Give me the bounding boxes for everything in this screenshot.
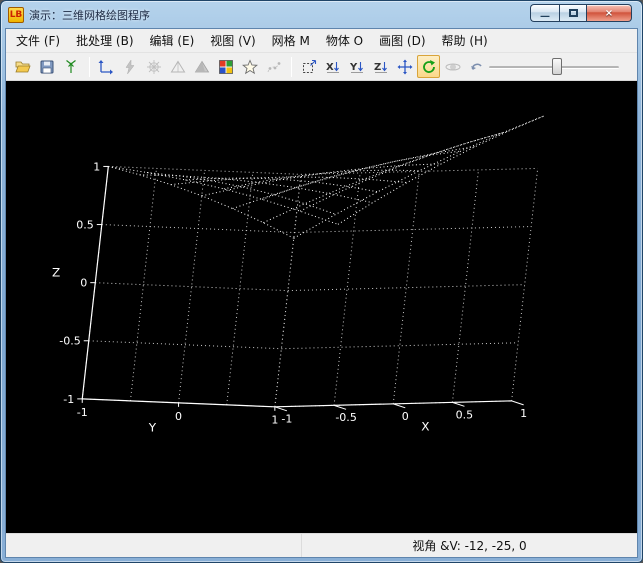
menu-item-mesh[interactable]: 网格 M bbox=[264, 29, 318, 52]
axes-move-icon[interactable] bbox=[95, 55, 118, 78]
plot-tick-label: Z bbox=[52, 266, 60, 280]
antenna-icon[interactable] bbox=[60, 55, 83, 78]
web-grid-icon[interactable] bbox=[143, 55, 166, 78]
menu-item-object[interactable]: 物体 O bbox=[318, 29, 371, 52]
menu-item-file[interactable]: 文件 (F) bbox=[8, 29, 68, 52]
open-folder-icon[interactable] bbox=[12, 55, 35, 78]
app-window: LB 演示：三维网格绘图程序 — × 文件 (F)批处理 (B)编辑 (E)视图… bbox=[0, 0, 643, 563]
plot-tick-label: 0 bbox=[402, 410, 409, 423]
window-controls: — × bbox=[530, 4, 632, 22]
svg-text:X: X bbox=[326, 62, 334, 73]
y-axis-down-icon[interactable]: Y bbox=[345, 55, 368, 78]
select-region-icon[interactable] bbox=[297, 55, 320, 78]
minimize-button[interactable]: — bbox=[530, 4, 559, 22]
toolbar: X Y Z bbox=[6, 53, 637, 81]
client-area: 文件 (F)批处理 (B)编辑 (E)视图 (V)网格 M物体 O画图 (D)帮… bbox=[5, 28, 638, 558]
rotate-3d-icon[interactable] bbox=[417, 55, 440, 78]
plot-tick-label: 0 bbox=[175, 410, 182, 423]
plot-tick-label: -0.5 bbox=[335, 411, 357, 424]
plot-tick-label: 0 bbox=[80, 277, 87, 290]
toolbar-separator bbox=[89, 57, 90, 77]
pyramid-outline-icon[interactable] bbox=[167, 55, 190, 78]
plot-tick-label: -1 bbox=[63, 393, 74, 406]
lightning-icon[interactable] bbox=[119, 55, 142, 78]
menu-item-draw[interactable]: 画图 (D) bbox=[371, 29, 433, 52]
close-button[interactable]: × bbox=[587, 4, 632, 22]
menubar: 文件 (F)批处理 (B)编辑 (E)视图 (V)网格 M物体 O画图 (D)帮… bbox=[6, 29, 637, 53]
plot-area[interactable]: 10.50-0.5-1-101-1-0.500.51ZYX bbox=[6, 81, 637, 533]
plot-tick-label: 0.5 bbox=[456, 408, 474, 421]
plot-tick-label: -1 bbox=[77, 406, 88, 419]
plot-tick-label: X bbox=[421, 420, 429, 434]
app-icon: LB bbox=[8, 7, 24, 23]
plot-tick-label: 1 bbox=[520, 407, 527, 420]
maximize-button[interactable] bbox=[559, 4, 587, 22]
view-slider-thumb[interactable] bbox=[552, 58, 562, 75]
maximize-icon bbox=[569, 9, 578, 17]
surface-mesh bbox=[108, 116, 543, 238]
plot-tick-label: Y bbox=[148, 421, 157, 435]
titlebar[interactable]: LB 演示：三维网格绘图程序 — × bbox=[5, 1, 638, 28]
menu-item-batch[interactable]: 批处理 (B) bbox=[68, 29, 141, 52]
menu-item-help[interactable]: 帮助 (H) bbox=[434, 29, 496, 52]
window-title: 演示：三维网格绘图程序 bbox=[29, 7, 150, 23]
plot-tick-label: 0.5 bbox=[76, 219, 94, 232]
menu-item-edit[interactable]: 编辑 (E) bbox=[142, 29, 203, 52]
plot-tick-label: 1 bbox=[93, 160, 100, 173]
z-axis-down-icon[interactable]: Z bbox=[369, 55, 392, 78]
pan-arrows-icon[interactable] bbox=[393, 55, 416, 78]
plot-tick-label: -0.5 bbox=[59, 335, 81, 348]
minimize-icon: — bbox=[540, 11, 550, 22]
toolbar-separator bbox=[291, 57, 292, 77]
close-icon: × bbox=[605, 8, 613, 19]
save-icon[interactable] bbox=[36, 55, 59, 78]
plot-axes bbox=[77, 166, 523, 410]
statusbar: 视角 &V: -12, -25, 0 bbox=[6, 533, 637, 557]
plot-tick-label: 1 bbox=[271, 414, 278, 427]
svg-text:Z: Z bbox=[374, 62, 381, 73]
status-left-panel bbox=[6, 534, 302, 557]
menu-item-view[interactable]: 视图 (V) bbox=[202, 29, 263, 52]
plot-canvas[interactable]: 10.50-0.5-1-101-1-0.500.51ZYX bbox=[6, 81, 637, 533]
plot-labels: 10.50-0.5-1-101-1-0.500.51ZYX bbox=[52, 160, 527, 434]
status-view-angle: 视角 &V: -12, -25, 0 bbox=[302, 537, 637, 554]
plot-tick-label: -1 bbox=[281, 413, 292, 426]
x-axis-down-icon[interactable]: X bbox=[321, 55, 344, 78]
star-icon[interactable] bbox=[239, 55, 262, 78]
view-slider[interactable] bbox=[489, 57, 619, 77]
pyramid-solid-icon[interactable] bbox=[191, 55, 214, 78]
plot-walls bbox=[82, 166, 537, 406]
color-palette-icon[interactable] bbox=[215, 55, 238, 78]
orbit-icon[interactable] bbox=[441, 55, 464, 78]
scatter-curve-icon[interactable] bbox=[263, 55, 286, 78]
svg-text:Y: Y bbox=[349, 62, 358, 73]
undo-icon[interactable] bbox=[465, 55, 488, 78]
